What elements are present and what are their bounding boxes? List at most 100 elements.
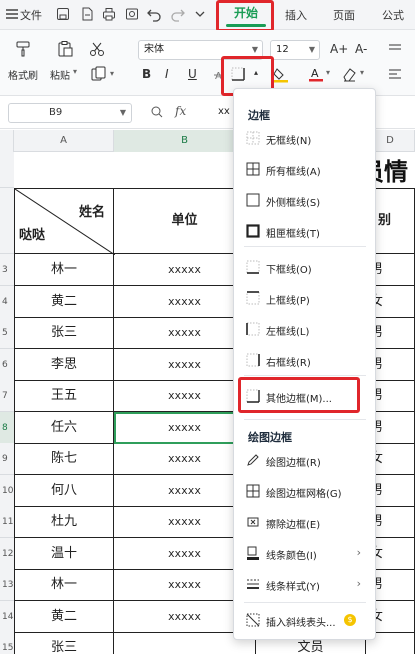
pencil-grid-icon <box>246 484 260 498</box>
menu-item-erase-border[interactable]: 擦除边框(E) <box>234 509 375 537</box>
menu-item-line-color[interactable]: 线条颜色(I) › <box>234 540 375 568</box>
clear-chevron-down-icon[interactable]: ▾ <box>360 68 364 77</box>
font-color-icon[interactable]: A <box>307 65 325 83</box>
chevron-down-icon: ▼ <box>119 108 126 117</box>
row-header[interactable] <box>0 188 14 254</box>
menu-item-thick-box-border[interactable]: 粗匣框线(T) <box>234 218 375 246</box>
row-header[interactable]: 7 <box>0 380 14 412</box>
section-draw-title: 绘图边框 <box>248 431 292 444</box>
cell-name[interactable]: 林一 <box>14 254 114 286</box>
row-header[interactable]: 5 <box>0 317 14 349</box>
print-icon[interactable] <box>101 6 117 22</box>
menu-item-bottom-border[interactable]: 下框线(O) <box>234 254 375 282</box>
top-border-icon <box>246 291 260 305</box>
menu-item-label: 绘图边框网格(G) <box>266 489 342 500</box>
save-icon[interactable] <box>55 6 71 22</box>
name-box[interactable]: B9 ▼ <box>8 103 132 123</box>
print-preview-icon[interactable] <box>124 6 140 22</box>
right-border-icon <box>246 353 260 367</box>
cell-name[interactable]: 任六 <box>14 411 114 444</box>
diagonal-header-cell[interactable]: 姓名 哒哒 <box>14 188 115 255</box>
redo-icon[interactable] <box>170 6 186 22</box>
row-header[interactable]: 9 <box>0 443 14 475</box>
row-header[interactable]: 4 <box>0 285 14 318</box>
menu-item-no-border[interactable]: 无框线(N) <box>234 125 375 153</box>
paste-label[interactable]: 粘贴 <box>50 67 70 82</box>
menu-item-draw-border[interactable]: 绘图边框(R) <box>234 447 375 475</box>
italic-button[interactable]: I <box>165 67 169 81</box>
tab-insert[interactable]: 插入 <box>285 7 307 23</box>
tab-formulas[interactable]: 公式 <box>382 7 404 23</box>
row-header[interactable] <box>0 152 14 188</box>
function-button[interactable]: fx <box>175 104 186 118</box>
row-header[interactable]: 8 <box>0 411 14 444</box>
copy-icon[interactable] <box>90 65 108 83</box>
row-header[interactable]: 6 <box>0 348 14 381</box>
menu-item-label: 外侧框线(S) <box>266 198 321 209</box>
cell-name[interactable]: 黄二 <box>14 285 114 318</box>
menu-item-outside-border[interactable]: 外侧框线(S) <box>234 187 375 215</box>
column-header-a[interactable]: A <box>14 130 114 152</box>
line-color-icon <box>246 546 260 560</box>
row-header[interactable]: 15 <box>0 632 14 654</box>
paste-chevron-down-icon[interactable]: ▾ <box>73 67 77 76</box>
corner-cell <box>0 130 14 152</box>
menu-item-right-border[interactable]: 右框线(R) <box>234 347 375 375</box>
export-pdf-icon[interactable] <box>79 6 95 22</box>
clear-format-icon[interactable] <box>340 65 358 83</box>
paste-icon[interactable] <box>56 40 74 58</box>
menu-separator <box>244 419 366 420</box>
no-border-icon <box>246 131 260 145</box>
row-header[interactable]: 13 <box>0 569 14 601</box>
cell-name[interactable]: 黄二 <box>14 600 114 633</box>
tab-page[interactable]: 页面 <box>333 7 355 23</box>
font-shrink-button[interactable]: A- <box>355 42 367 56</box>
format-painter-icon[interactable] <box>14 40 32 58</box>
copy-chevron-down-icon[interactable]: ▾ <box>110 69 114 78</box>
menu-icon[interactable] <box>4 6 20 22</box>
thick-box-border-icon <box>246 224 260 238</box>
row-header[interactable]: 3 <box>0 254 14 286</box>
cell-name[interactable]: 李思 <box>14 348 114 381</box>
formula-input[interactable]: xx <box>218 106 230 117</box>
row-header[interactable]: 14 <box>0 600 14 633</box>
format-painter-label[interactable]: 格式刷 <box>8 67 38 82</box>
row-header[interactable]: 12 <box>0 537 14 570</box>
font-size-select[interactable]: 12 ▼ <box>270 40 320 60</box>
cell-name[interactable]: 温十 <box>14 537 114 570</box>
menu-separator <box>244 375 366 376</box>
menu-item-line-style[interactable]: 线条样式(Y) › <box>234 571 375 599</box>
row-header[interactable]: 11 <box>0 506 14 538</box>
zoom-icon[interactable] <box>150 105 164 119</box>
cell-name[interactable]: 张三 <box>14 632 114 654</box>
cell-name[interactable]: 何八 <box>14 474 114 507</box>
menu-item-label: 插入斜线表头... <box>266 618 336 629</box>
file-menu[interactable]: 文件 <box>20 7 42 23</box>
cell-name[interactable]: 陈七 <box>14 443 114 475</box>
row-header[interactable]: 10 <box>0 474 14 507</box>
highlight-start-tab <box>216 0 274 32</box>
font-grow-button[interactable]: A+ <box>330 42 348 56</box>
eraser-icon <box>246 515 260 529</box>
fill-color-icon[interactable] <box>272 65 290 83</box>
left-border-icon <box>246 322 260 336</box>
menu-item-all-borders[interactable]: 所有框线(A) <box>234 156 375 184</box>
menu-item-insert-diagonal-header[interactable]: 插入斜线表头... $ <box>234 607 375 635</box>
cell-name[interactable]: 张三 <box>14 317 114 349</box>
cell-name[interactable]: 杜九 <box>14 506 114 538</box>
font-color-chevron-down-icon[interactable]: ▾ <box>326 68 330 77</box>
align-top-icon[interactable] <box>386 40 404 58</box>
chevron-down-icon[interactable] <box>192 6 208 22</box>
ribbon: 格式刷 粘贴 ▾ ▾ 宋体 ▼ 12 ▼ A+ A- B I U A ▴ A ▾… <box>0 30 415 96</box>
cell-name[interactable]: 王五 <box>14 380 114 412</box>
cell-name[interactable]: 林一 <box>14 569 114 601</box>
align-left-icon[interactable] <box>386 65 404 83</box>
bold-button[interactable]: B <box>142 67 151 81</box>
menu-item-left-border[interactable]: 左框线(L) <box>234 316 375 344</box>
menu-item-label: 下框线(O) <box>266 265 312 276</box>
menu-item-draw-border-grid[interactable]: 绘图边框网格(G) <box>234 478 375 506</box>
menu-item-top-border[interactable]: 上框线(P) <box>234 285 375 313</box>
underline-button[interactable]: U <box>188 67 197 81</box>
cut-icon[interactable] <box>88 40 106 58</box>
undo-icon[interactable] <box>146 6 162 22</box>
